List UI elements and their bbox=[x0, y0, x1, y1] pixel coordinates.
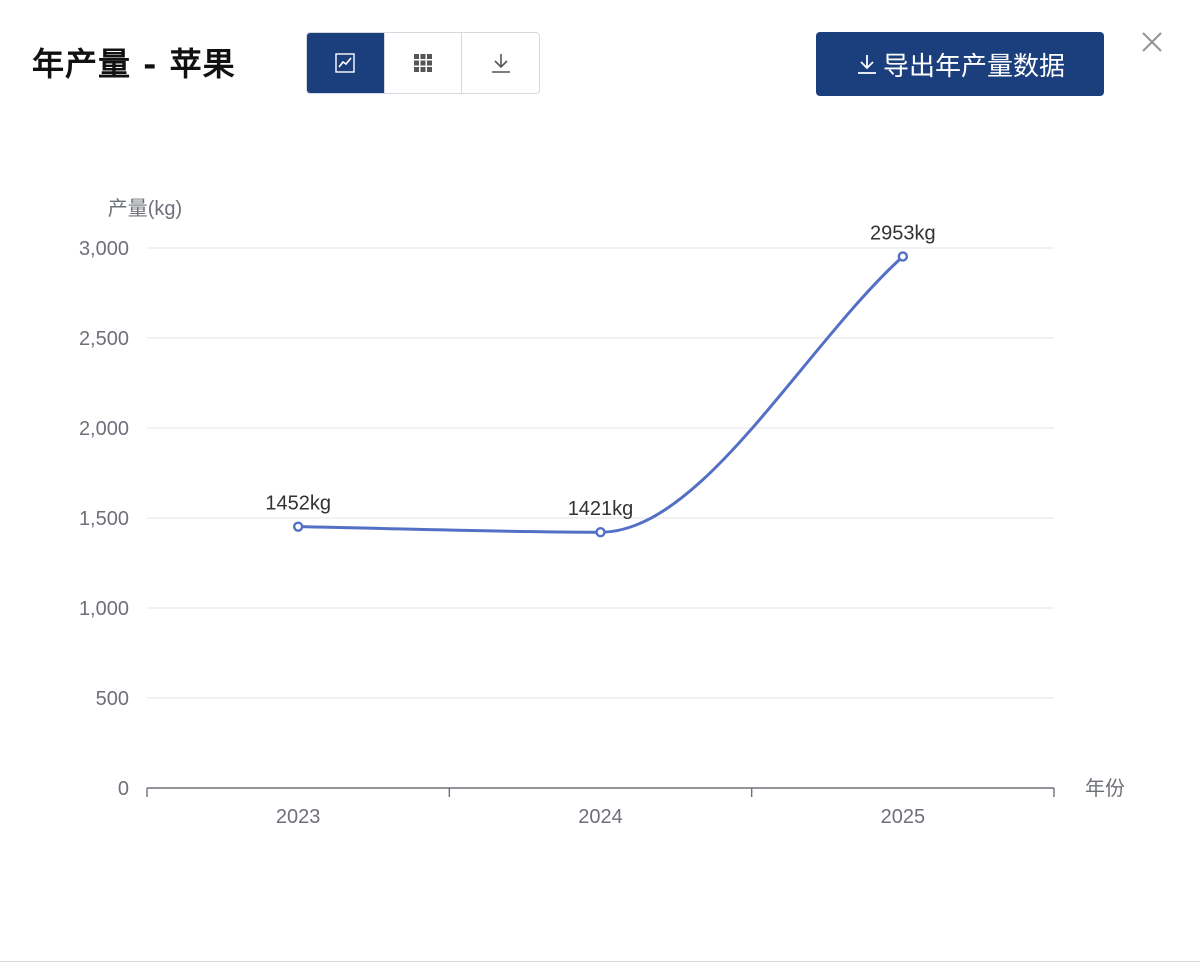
y-tick-label: 0 bbox=[118, 778, 129, 800]
y-tick-label: 2,000 bbox=[79, 418, 129, 440]
y-axis-title: 产量(kg) bbox=[108, 197, 182, 220]
data-point bbox=[595, 527, 606, 538]
x-tick-label: 2025 bbox=[881, 806, 926, 828]
data-label: 1421kg bbox=[568, 498, 634, 520]
data-point bbox=[292, 521, 304, 532]
x-tick-label: 2023 bbox=[276, 806, 321, 828]
data-label: 1452kg bbox=[265, 493, 331, 515]
y-tick-label: 1,000 bbox=[79, 598, 129, 620]
y-tick-label: 3,000 bbox=[79, 238, 129, 260]
yield-line-chart: 0 500 1,000 1,500 2,000 2,500 3,000 2023 2024 202… bbox=[79, 197, 1125, 828]
x-tick-label: 2024 bbox=[578, 806, 623, 828]
y-tick-label: 500 bbox=[96, 688, 129, 710]
x-axis-title: 年份 bbox=[1085, 777, 1125, 800]
series-line bbox=[298, 255, 904, 534]
yield-dialog: 年产量 - 苹果 导出年产量数据 0 500 1,000 1,500 2,000… bbox=[0, 0, 1200, 962]
data-point bbox=[897, 251, 909, 262]
data-label: 2953kg bbox=[870, 222, 936, 244]
y-tick-label: 1,500 bbox=[79, 508, 129, 530]
y-tick-label: 2,500 bbox=[79, 328, 129, 350]
